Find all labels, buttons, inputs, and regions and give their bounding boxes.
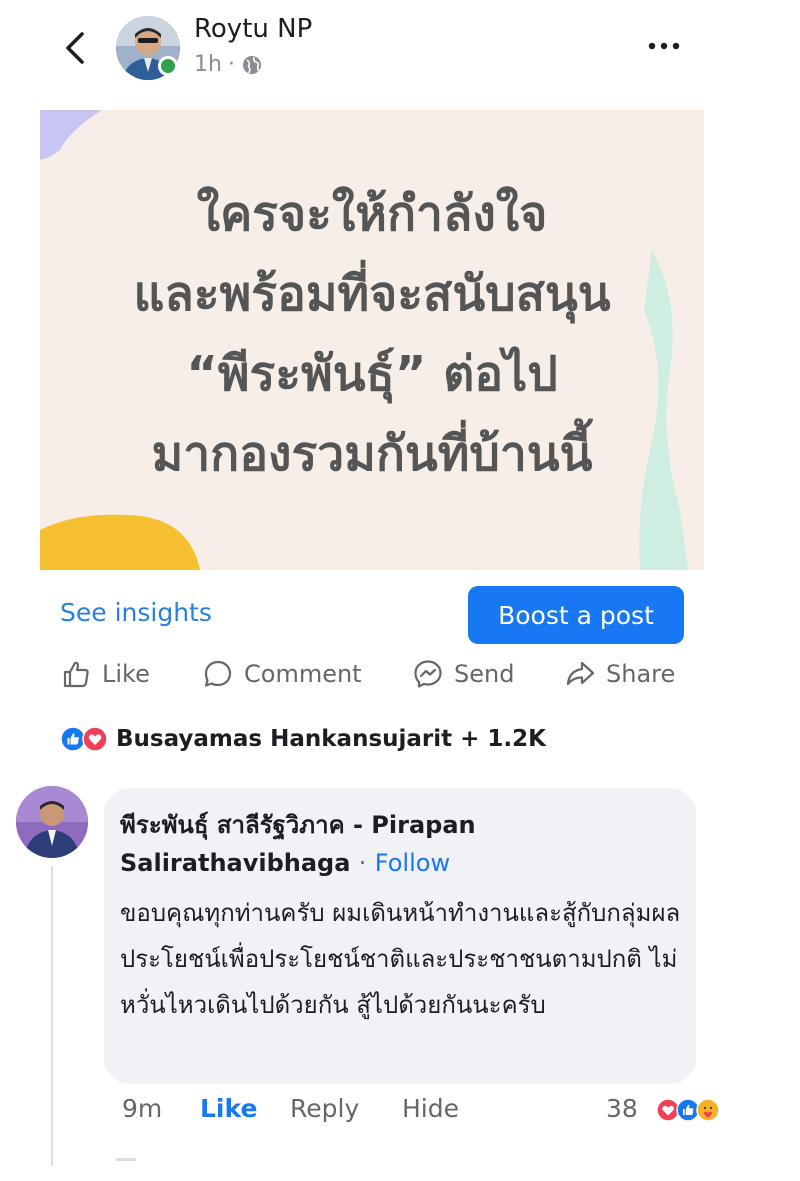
comment-author-separator: · [358,849,367,877]
comment-footer: 9m Like Reply Hide 38 [122,1094,722,1134]
comment-body: ขอบคุณทุกท่านครับ ผมเดินหน้าทำงานและสู้ก… [120,899,681,1019]
online-status-dot [158,56,178,76]
boost-post-button[interactable]: Boost a post [468,586,684,644]
comment-reaction-icons[interactable] [656,1098,720,1122]
post-image-line: ใครจะให้กำลังใจ [196,186,548,242]
avatar-image [16,786,88,858]
comment-reply-button[interactable]: Reply [290,1094,359,1123]
meta-separator: · [227,52,235,77]
back-button[interactable] [58,28,94,68]
share-label: Share [606,660,676,688]
share-icon [566,661,595,686]
messenger-icon [414,660,442,688]
share-button[interactable]: Share [564,654,675,694]
comment-bubble: พีระพันธุ์ สาลีรัฐวิภาค - Pirapan Salira… [104,788,696,1084]
post-image-text: ใครจะให้กำลังใจ และพร้อมที่จะสนับสนุน “พ… [40,174,704,494]
follow-button[interactable]: Follow [375,849,450,877]
love-reaction-icon [82,726,108,752]
post-time: 1h [194,52,222,77]
author-name[interactable]: Roytu NP [194,14,312,44]
comment-thread-line [51,866,53,1166]
post-header: Roytu NP 1h · [0,0,800,100]
commenter-avatar[interactable] [16,786,88,858]
post-image-line: มากองรวมกันที่บ้านนี้ [151,426,593,482]
comment-label: Comment [244,660,362,688]
send-label: Send [454,660,515,688]
post-meta: 1h · [194,52,263,77]
comment-like-button[interactable]: Like [200,1094,257,1123]
post-image[interactable]: ใครจะให้กำลังใจ และพร้อมที่จะสนับสนุน “พ… [40,110,704,570]
post-image-line: และพร้อมที่จะสนับสนุน [133,266,611,322]
like-label: Like [102,660,150,688]
comment-hide-button[interactable]: Hide [402,1094,459,1123]
care-reaction-icon [696,1098,720,1122]
reaction-icons [60,726,108,752]
comment-time: 9m [122,1094,163,1123]
more-options-button[interactable] [644,34,684,58]
more-dots-icon [648,42,680,50]
comment-author-line: พีระพันธุ์ สาลีรัฐวิภาค - Pirapan Salira… [120,806,640,882]
thumbs-up-icon [63,661,89,688]
author-avatar[interactable] [116,16,180,80]
post-image-line: “พีระพันธุ์” ต่อไป [186,346,558,402]
comment-reaction-count[interactable]: 38 [606,1094,638,1123]
next-comment-stub [116,1158,136,1161]
comment-icon [204,660,232,687]
reactions-summary[interactable]: Busayamas Hankansujarit + 1.2K [60,726,546,752]
send-button[interactable]: Send [412,654,514,694]
see-insights-link[interactable]: See insights [60,598,212,627]
chevron-left-icon [66,32,84,64]
like-button[interactable]: Like [60,654,150,694]
post-actions-bar: Like Comment Send Share [60,654,700,694]
reactions-summary-text: Busayamas Hankansujarit + 1.2K [116,726,546,752]
comment-button[interactable]: Comment [202,654,362,694]
globe-icon[interactable] [241,54,263,76]
